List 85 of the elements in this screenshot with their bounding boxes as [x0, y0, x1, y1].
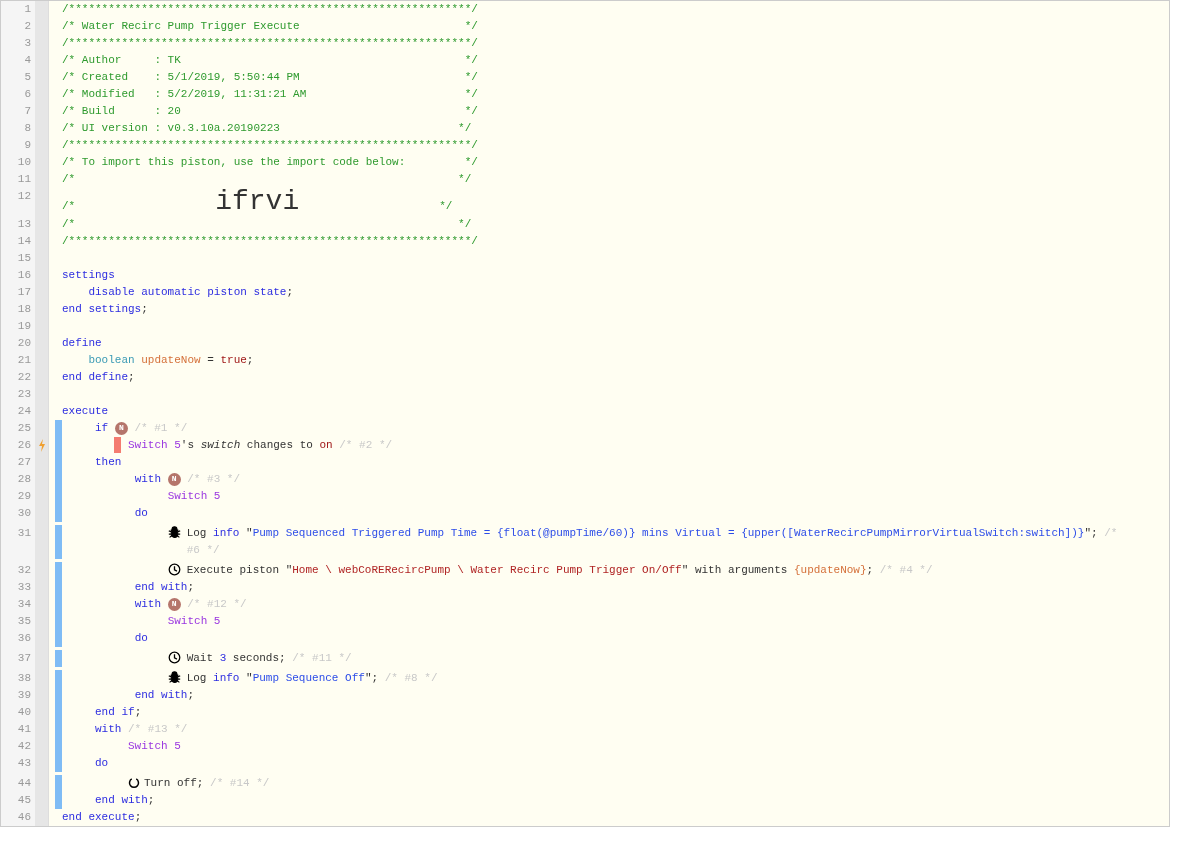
code-text: Switch 5	[167, 614, 222, 629]
code-text: /* Modified : 5/2/2019, 11:31:21 AM */	[62, 87, 479, 102]
line-number: 17	[16, 285, 32, 300]
line-number: 25	[16, 421, 32, 436]
line-number: 3	[23, 36, 32, 51]
line-number: 18	[16, 302, 32, 317]
code-text: /* Author : TK */	[62, 53, 479, 68]
trigger-marker	[114, 437, 121, 453]
line-number: 6	[23, 87, 32, 102]
line-number: 23	[16, 387, 32, 402]
code-text: boolean updateNow = true;	[88, 353, 255, 368]
line-number: 24	[16, 404, 32, 419]
line-number: 34	[16, 597, 32, 612]
code-text: Switch 5	[128, 739, 182, 754]
code-text: Switch 5	[167, 489, 222, 504]
line-number: 8	[23, 121, 32, 136]
line-number: 33	[16, 580, 32, 595]
code-text: do	[134, 506, 149, 521]
code-text: /*************************************************************/	[62, 2, 479, 17]
code-text: end with;	[95, 793, 156, 808]
line-number: 30	[16, 506, 32, 521]
code-text: /* Created : 5/1/2019, 5:50:44 PM */	[62, 70, 479, 85]
code-text: end execute;	[62, 810, 143, 825]
code-text: disable automatic piston state;	[88, 285, 295, 300]
line-number: 46	[16, 810, 32, 825]
line-number: 9	[23, 138, 32, 153]
line-number: 21	[16, 353, 32, 368]
code-text: settings	[62, 268, 116, 283]
line-number: 39	[16, 688, 32, 703]
line-number: 20	[16, 336, 32, 351]
line-number: 35	[16, 614, 32, 629]
line-number: 10	[16, 155, 32, 170]
line-number: 26	[16, 438, 32, 453]
code-text: /* UI version : v0.3.10a.20190223 */	[62, 121, 473, 136]
line-number: 40	[16, 705, 32, 720]
line-number: 38	[16, 671, 32, 686]
code-text: /*************************************************************/	[62, 138, 479, 153]
code-text: end define;	[62, 370, 136, 385]
bug-icon	[167, 671, 181, 684]
code-text: define	[62, 336, 103, 351]
line-number: 29	[16, 489, 32, 504]
line-number: 22	[16, 370, 32, 385]
code-text: /* */	[62, 217, 473, 232]
code-text: /* Water Recirc Pump Trigger Execute */	[62, 19, 479, 34]
code-text: /* */	[62, 172, 473, 187]
line-number: 14	[16, 234, 32, 249]
line-number: 1	[23, 2, 32, 17]
line-number: 36	[16, 631, 32, 646]
code-text: end settings;	[62, 302, 149, 317]
code-text: end if;	[95, 705, 143, 720]
line-number: 12	[16, 189, 32, 204]
line-number: 45	[16, 793, 32, 808]
line-number: 16	[16, 268, 32, 283]
line-number: 4	[23, 53, 32, 68]
code-text: end with;	[134, 580, 196, 595]
bug-icon	[167, 526, 181, 539]
line-number: 27	[16, 455, 32, 470]
code-text: do	[134, 631, 149, 646]
clock-icon	[167, 563, 181, 576]
line-number: 7	[23, 104, 32, 119]
ring-icon	[128, 776, 140, 789]
code-text: do	[95, 756, 110, 771]
line-number: 19	[16, 319, 32, 334]
code-text: /*************************************************************/	[62, 234, 479, 249]
line-number: 31	[16, 526, 32, 541]
code-text: then	[95, 455, 123, 470]
code-text: /* Build : 20 */	[62, 104, 479, 119]
line-number: 32	[16, 563, 32, 578]
code-text: /* To import this piston, use the import code below: */	[62, 155, 479, 170]
code-text: end with;	[134, 688, 196, 703]
line-number: 42	[16, 739, 32, 754]
line-number: 28	[16, 472, 32, 487]
line-number: 37	[16, 651, 32, 666]
clock-icon	[167, 651, 181, 664]
code-text: /* ifrvi */	[62, 188, 454, 216]
line-number: 2	[23, 19, 32, 34]
code-text: execute	[62, 404, 110, 419]
line-number: 13	[16, 217, 32, 232]
code-text: /*************************************************************/	[62, 36, 479, 51]
line-number: 43	[16, 756, 32, 771]
line-number: 11	[16, 172, 32, 187]
line-number: 5	[23, 70, 32, 85]
line-number: 15	[16, 251, 32, 266]
line-number: 44	[16, 776, 32, 791]
line-number: 41	[16, 722, 32, 737]
